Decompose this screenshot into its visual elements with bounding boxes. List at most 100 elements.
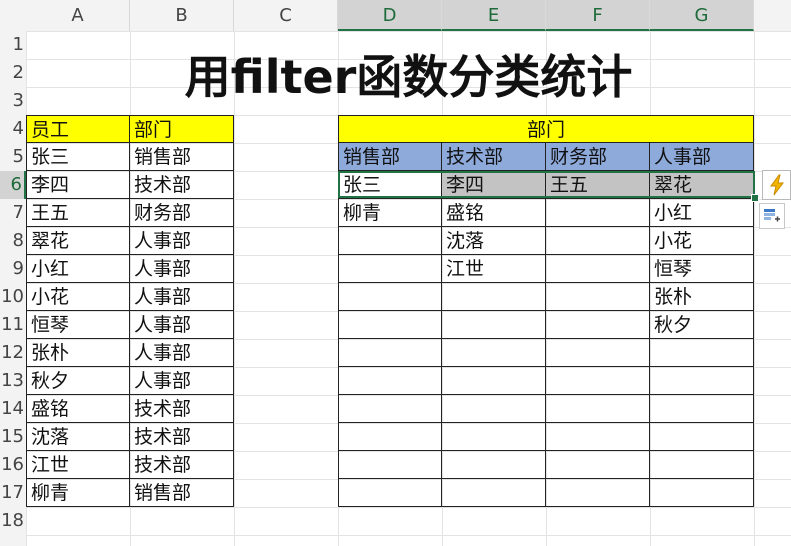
flash-fill-button[interactable] [762, 170, 791, 200]
employee-cell[interactable]: 江世 [26, 451, 130, 479]
employee-cell[interactable]: 秋夕 [26, 367, 130, 395]
column-header-d[interactable]: D [338, 0, 442, 31]
row-header-6[interactable]: 6 [0, 171, 26, 199]
filter-result-cell[interactable] [442, 479, 546, 507]
filter-result-cell[interactable] [546, 283, 650, 311]
department-cell[interactable]: 人事部 [130, 311, 234, 339]
row-header-16[interactable]: 16 [0, 451, 26, 479]
filter-result-cell[interactable] [546, 255, 650, 283]
department-cell[interactable]: 人事部 [130, 255, 234, 283]
filter-result-cell[interactable] [338, 311, 442, 339]
row-header-15[interactable]: 15 [0, 423, 26, 451]
row-header-14[interactable]: 14 [0, 395, 26, 423]
filter-result-cell[interactable] [338, 395, 442, 423]
row-header-2[interactable]: 2 [0, 59, 26, 87]
employee-cell[interactable]: 恒琴 [26, 311, 130, 339]
filter-result-cell[interactable] [546, 339, 650, 367]
row-header-13[interactable]: 13 [0, 367, 26, 395]
filter-result-cell[interactable] [650, 339, 754, 367]
column-header-g[interactable]: G [650, 0, 754, 31]
filter-result-cell[interactable] [546, 423, 650, 451]
filter-result-cell[interactable] [338, 367, 442, 395]
filter-result-cell[interactable] [650, 423, 754, 451]
column-header-f[interactable]: F [546, 0, 650, 31]
row-header-3[interactable]: 3 [0, 87, 26, 115]
employee-cell[interactable]: 张朴 [26, 339, 130, 367]
filter-result-cell[interactable] [442, 451, 546, 479]
filter-result-cell[interactable] [650, 479, 754, 507]
left-table-header-cell[interactable]: 部门 [130, 115, 234, 143]
filter-result-cell[interactable]: 江世 [442, 255, 546, 283]
department-cell[interactable]: 销售部 [130, 479, 234, 507]
employee-cell[interactable]: 柳青 [26, 479, 130, 507]
filter-result-cell[interactable]: 张朴 [650, 283, 754, 311]
filter-result-cell[interactable]: 柳青 [338, 199, 442, 227]
row-header-12[interactable]: 12 [0, 339, 26, 367]
employee-cell[interactable]: 小花 [26, 283, 130, 311]
department-cell[interactable]: 人事部 [130, 339, 234, 367]
row-header-18[interactable]: 18 [0, 507, 26, 535]
employee-cell[interactable]: 王五 [26, 199, 130, 227]
filter-result-cell[interactable] [338, 227, 442, 255]
employee-cell[interactable]: 翠花 [26, 227, 130, 255]
row-header-7[interactable]: 7 [0, 199, 26, 227]
filter-result-cell[interactable]: 恒琴 [650, 255, 754, 283]
autofill-options-button[interactable] [759, 203, 785, 229]
filter-result-cell[interactable]: 秋夕 [650, 311, 754, 339]
department-cell[interactable]: 技术部 [130, 395, 234, 423]
filter-result-cell[interactable]: 盛铭 [442, 199, 546, 227]
filter-result-cell[interactable] [442, 423, 546, 451]
filter-result-cell[interactable] [546, 227, 650, 255]
column-header-e[interactable]: E [442, 0, 546, 31]
filter-result-cell[interactable] [338, 423, 442, 451]
department-cell[interactable]: 人事部 [130, 227, 234, 255]
employee-cell[interactable]: 小红 [26, 255, 130, 283]
department-cell[interactable]: 技术部 [130, 423, 234, 451]
filter-result-cell[interactable] [546, 451, 650, 479]
filter-result-cell[interactable] [650, 451, 754, 479]
fill-handle[interactable] [751, 194, 759, 202]
department-cell[interactable]: 技术部 [130, 451, 234, 479]
column-header-a[interactable]: A [26, 0, 130, 31]
filter-result-cell[interactable]: 沈落 [442, 227, 546, 255]
row-header-10[interactable]: 10 [0, 283, 26, 311]
department-header-cell[interactable]: 销售部 [338, 143, 442, 171]
sheet-title[interactable]: 用filter函数分类统计 [26, 44, 791, 110]
department-header-cell[interactable]: 人事部 [650, 143, 754, 171]
filter-result-cell[interactable]: 小花 [650, 227, 754, 255]
column-header-c[interactable]: C [234, 0, 338, 31]
filter-result-cell[interactable] [442, 395, 546, 423]
filter-result-cell[interactable] [442, 311, 546, 339]
row-header-11[interactable]: 11 [0, 311, 26, 339]
filter-result-cell[interactable] [338, 451, 442, 479]
row-header-9[interactable]: 9 [0, 255, 26, 283]
employee-cell[interactable]: 沈落 [26, 423, 130, 451]
filter-result-cell[interactable] [650, 395, 754, 423]
row-header-17[interactable]: 17 [0, 479, 26, 507]
department-cell[interactable]: 技术部 [130, 171, 234, 199]
department-cell[interactable]: 销售部 [130, 143, 234, 171]
filter-result-cell[interactable] [546, 395, 650, 423]
left-table-header-cell[interactable]: 员工 [26, 115, 130, 143]
row-header-1[interactable]: 1 [0, 31, 26, 59]
department-cell[interactable]: 人事部 [130, 367, 234, 395]
filter-result-cell[interactable] [338, 255, 442, 283]
department-cell[interactable]: 人事部 [130, 283, 234, 311]
filter-result-cell[interactable] [650, 367, 754, 395]
employee-cell[interactable]: 李四 [26, 171, 130, 199]
filter-result-cell[interactable] [546, 479, 650, 507]
department-cell[interactable]: 财务部 [130, 199, 234, 227]
filter-result-cell[interactable] [546, 311, 650, 339]
row-header-4[interactable]: 4 [0, 115, 26, 143]
department-header-cell[interactable]: 财务部 [546, 143, 650, 171]
column-header-b[interactable]: B [130, 0, 234, 31]
filter-result-cell[interactable] [338, 283, 442, 311]
filter-result-cell[interactable] [442, 283, 546, 311]
filter-result-cell[interactable] [442, 367, 546, 395]
right-table-group-header[interactable]: 部门 [338, 115, 754, 143]
filter-result-cell[interactable] [338, 339, 442, 367]
department-header-cell[interactable]: 技术部 [442, 143, 546, 171]
row-header-8[interactable]: 8 [0, 227, 26, 255]
row-header-5[interactable]: 5 [0, 143, 26, 171]
filter-result-cell[interactable] [442, 339, 546, 367]
